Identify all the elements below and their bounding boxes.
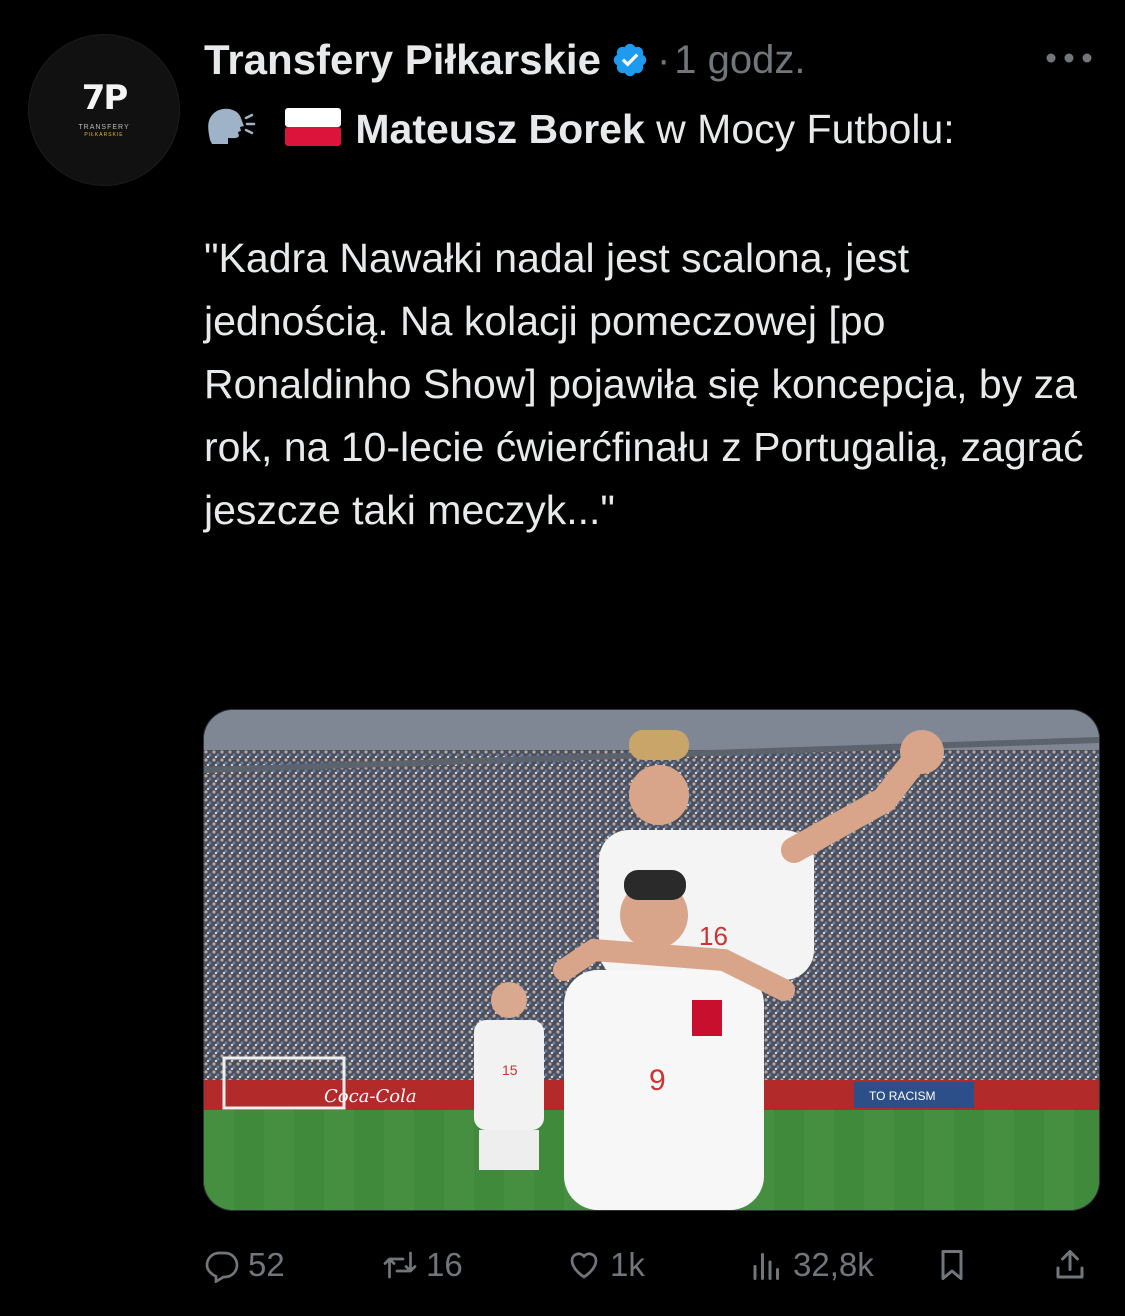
football-celebration-image: Coca-Cola TO RACISM 15 16 9 [204, 710, 1099, 1210]
post-intro: Mateusz Borek w Mocy Futbolu: [204, 98, 1104, 164]
jersey-front-number: 9 [649, 1064, 666, 1097]
post-actions: 52 16 1k 32,8k [204, 1238, 1094, 1292]
share-button[interactable] [1052, 1238, 1088, 1292]
like-count: 1k [610, 1246, 645, 1283]
banner-text: TO RACISM [869, 1089, 935, 1103]
mention-name: Mateusz Borek [355, 106, 645, 152]
repost-button[interactable]: 16 [382, 1238, 463, 1292]
post-header: Transfery Piłkarskie · 1 godz. [204, 30, 805, 90]
time-separator: · [656, 37, 671, 82]
reply-count: 52 [248, 1246, 285, 1283]
heart-icon [570, 1252, 598, 1279]
author-name[interactable]: Transfery Piłkarskie [204, 36, 601, 84]
jersey-left-number: 15 [502, 1062, 518, 1078]
more-options-icon[interactable] [1041, 40, 1097, 76]
views-count: 32,8k [793, 1246, 874, 1283]
bookmark-icon [941, 1250, 963, 1280]
jersey-back-number: 16 [699, 921, 728, 951]
reply-icon [205, 1251, 239, 1283]
repost-count: 16 [426, 1246, 463, 1283]
ad-board-text: Coca-Cola [324, 1086, 417, 1107]
repost-icon [383, 1251, 417, 1279]
avatar-logo-mark: 7P [81, 78, 129, 119]
avatar[interactable]: 7P TRANSFERY PIŁKARSKIE [28, 34, 180, 186]
post-image[interactable]: Coca-Cola TO RACISM 15 16 9 [203, 709, 1100, 1211]
reply-button[interactable]: 52 [204, 1238, 285, 1292]
post-time[interactable]: 1 godz. [674, 38, 805, 83]
views-icon [753, 1253, 779, 1280]
intro-rest: w Mocy Futbolu: [644, 106, 955, 152]
like-button[interactable]: 1k [566, 1238, 645, 1292]
speaking-head-icon [204, 101, 256, 164]
bookmark-button[interactable] [934, 1238, 970, 1292]
avatar-logo-text: TRANSFERY PIŁKARSKIE [78, 124, 130, 139]
verified-badge-icon [613, 43, 647, 77]
poland-flag-icon [285, 101, 342, 164]
post-quote: "Kadra Nawałki nadal jest scalona, jest … [204, 234, 1084, 533]
post-text: Mateusz Borek w Mocy Futbolu: "Kadra Naw… [204, 98, 1104, 542]
share-icon [1056, 1250, 1084, 1279]
views-button[interactable]: 32,8k [749, 1238, 874, 1292]
